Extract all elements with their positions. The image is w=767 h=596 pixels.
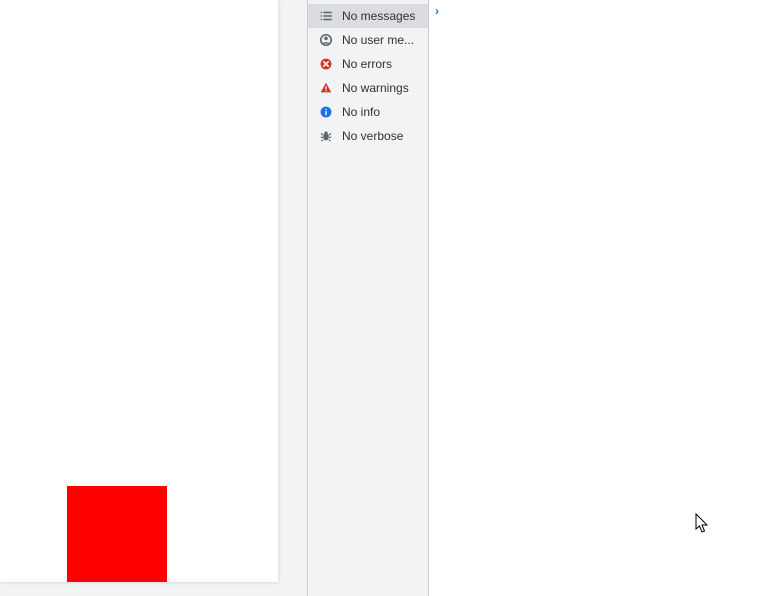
error-icon — [318, 56, 334, 72]
user-icon — [318, 32, 334, 48]
info-icon — [318, 104, 334, 120]
sidebar-item-info[interactable]: No info — [308, 100, 428, 124]
page-preview-pane — [0, 0, 307, 596]
list-icon — [318, 8, 334, 24]
sidebar-item-user-messages[interactable]: No user me... — [308, 28, 428, 52]
sidebar-item-label: No user me... — [342, 33, 414, 47]
sidebar-item-label: No errors — [342, 57, 392, 71]
sidebar-item-label: No info — [342, 105, 380, 119]
sidebar-item-label: No warnings — [342, 81, 409, 95]
sidebar-item-verbose[interactable]: No verbose — [308, 124, 428, 148]
page-preview[interactable] — [0, 0, 278, 582]
sidebar-item-messages[interactable]: No messages — [308, 4, 428, 28]
console-prompt-icon: › — [435, 4, 439, 18]
red-rectangle[interactable] — [67, 486, 167, 582]
sidebar-item-warnings[interactable]: No warnings — [308, 76, 428, 100]
bug-icon — [318, 128, 334, 144]
sidebar-item-label: No messages — [342, 9, 415, 23]
sidebar-item-errors[interactable]: No errors — [308, 52, 428, 76]
warning-icon — [318, 80, 334, 96]
devtools-panel: No messages No user me... No errors — [307, 0, 767, 596]
sidebar-item-label: No verbose — [342, 129, 403, 143]
console-sidebar: No messages No user me... No errors — [308, 0, 429, 596]
console-output[interactable]: › — [429, 0, 767, 596]
